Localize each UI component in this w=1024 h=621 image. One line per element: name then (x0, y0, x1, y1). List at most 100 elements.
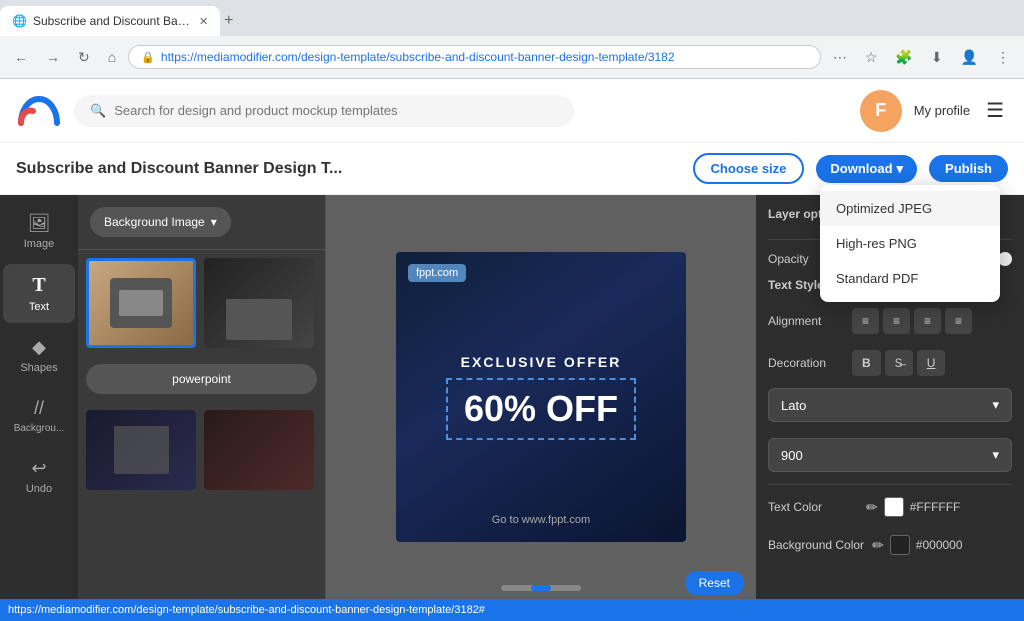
panel-image-selected[interactable] (86, 258, 196, 348)
shapes-icon: ◆ (32, 337, 46, 358)
sidebar-item-image[interactable]: 🖼 Image (3, 203, 75, 260)
forward-button[interactable]: → (40, 45, 66, 69)
search-tag-button[interactable]: powerpoint (86, 364, 317, 394)
underline-button[interactable]: U (917, 350, 946, 376)
choose-size-button[interactable]: Choose size (693, 153, 805, 184)
sidebar-label-undo: Undo (26, 483, 52, 495)
design-canvas: fppt.com EXCLUSIVE OFFER 60% OFF Go to w… (396, 252, 686, 542)
security-icon: 🔒 (141, 51, 155, 64)
chevron-down-icon: ▾ (992, 397, 999, 413)
profile-button[interactable]: 👤 (955, 45, 984, 70)
active-tab[interactable]: 🌐 Subscribe and Discount Banne... ✕ (0, 6, 220, 36)
sidebar-label-image: Image (24, 238, 55, 250)
dropdown-label-pdf: Standard PDF (836, 271, 918, 286)
dropdown-item-png[interactable]: High-res PNG (820, 226, 1000, 261)
strikethrough-button[interactable]: S̶ (885, 350, 913, 376)
sidebar-item-undo[interactable]: ↩ Undo (3, 448, 75, 505)
background-icon: // (34, 398, 44, 419)
publish-button[interactable]: Publish (929, 155, 1008, 182)
panel-images-more (78, 402, 325, 498)
left-sidebar: 🖼 Image T Text ◆ Shapes // Backgrou... ↩… (0, 195, 78, 599)
alignment-section: Alignment ≡ ≡ ≡ ≡ (768, 308, 1012, 334)
new-tab-button[interactable]: + (224, 12, 233, 30)
download-dropdown: Optimized JPEG High-res PNG Standard PDF (820, 185, 1000, 302)
canvas-big-text[interactable]: 60% OFF (446, 378, 636, 440)
menu-button[interactable]: ⋮ (990, 45, 1016, 70)
sidebar-label-text: Text (29, 301, 49, 313)
bg-image-label: Background Image (104, 215, 205, 229)
status-url: https://mediamodifier.com/design-templat… (8, 604, 485, 616)
dropdown-label-png: High-res PNG (836, 236, 917, 251)
dropdown-label-jpeg: Optimized JPEG (836, 201, 932, 216)
scrollbar-track (501, 585, 581, 591)
header-right: F My profile ☰ (860, 90, 1008, 132)
align-center-button[interactable]: ≡ (883, 308, 910, 334)
search-input[interactable] (114, 103, 558, 118)
dropdown-item-jpeg[interactable]: Optimized JPEG (820, 191, 1000, 226)
menu-button[interactable]: ☰ (982, 94, 1008, 127)
canvas-wrapper: fppt.com EXCLUSIVE OFFER 60% OFF Go to w… (396, 252, 686, 542)
font-family-select[interactable]: Lato ▾ (768, 388, 1012, 422)
image-icon: 🖼 (28, 213, 51, 234)
tab-close-btn[interactable]: ✕ (199, 15, 208, 28)
text-color-edit-icon[interactable]: ✏ (866, 499, 878, 516)
extensions-button[interactable]: 🧩 (889, 45, 918, 70)
browser-tabs: 🌐 Subscribe and Discount Banne... ✕ + (0, 0, 1024, 36)
bookmarks-button[interactable]: ☆ (859, 45, 884, 70)
alignment-label: Alignment (768, 314, 848, 328)
dropdown-item-pdf[interactable]: Standard PDF (820, 261, 1000, 296)
sidebar-item-background[interactable]: // Backgrou... (3, 388, 75, 444)
download-button[interactable]: ⬇ (925, 45, 949, 70)
app-layout: 🔍 F My profile ☰ Subscribe and Discount … (0, 79, 1024, 599)
address-bar[interactable]: 🔒 https://mediamodifier.com/design-templ… (128, 45, 821, 69)
text-color-row: Text Color ✏ #FFFFFF (768, 497, 1012, 517)
align-left-button[interactable]: ≡ (852, 308, 879, 334)
sidebar-item-shapes[interactable]: ◆ Shapes (3, 327, 75, 384)
back-button[interactable]: ← (8, 45, 34, 69)
bg-color-row: Background Color ✏ #000000 (768, 535, 1012, 555)
panel-image-3[interactable] (86, 410, 196, 490)
font-weight-select[interactable]: 900 ▾ (768, 438, 1012, 472)
reset-button[interactable]: Reset (685, 571, 744, 595)
bg-color-swatch[interactable] (890, 535, 910, 555)
dropdown-arrow-icon: ▾ (897, 161, 904, 177)
bg-color-group: ✏ #000000 (872, 535, 962, 555)
scrollbar-thumb[interactable] (531, 585, 551, 591)
background-image-button[interactable]: Background Image ▾ (90, 207, 231, 237)
text-color-group: ✏ #FFFFFF (866, 497, 960, 517)
bg-color-hex: #000000 (916, 538, 963, 552)
tab-title: Subscribe and Discount Banne... (33, 14, 193, 28)
bold-button[interactable]: B (852, 350, 881, 376)
canvas-area[interactable]: fppt.com EXCLUSIVE OFFER 60% OFF Go to w… (326, 195, 756, 599)
panel-images (78, 250, 325, 356)
font-weight-label: 900 (781, 448, 803, 463)
dropdown-arrow-icon: ▾ (211, 215, 217, 229)
status-bar: https://mediamodifier.com/design-templat… (0, 599, 1024, 621)
home-button[interactable]: ⌂ (102, 45, 122, 69)
panel-image-2[interactable] (204, 258, 314, 348)
image-panel: Background Image ▾ (78, 195, 326, 599)
my-profile-label[interactable]: My profile (914, 103, 970, 118)
search-icon: 🔍 (90, 103, 106, 119)
download-button[interactable]: Download ▾ (816, 155, 917, 183)
panel-image-4[interactable] (204, 410, 314, 490)
align-right-button[interactable]: ≡ (914, 308, 941, 334)
logo[interactable] (16, 93, 62, 129)
chevron-down-icon: ▾ (992, 447, 999, 463)
refresh-button[interactable]: ↻ (72, 45, 96, 70)
app-header: 🔍 F My profile ☰ (0, 79, 1024, 143)
sidebar-label-background: Backgrou... (14, 423, 65, 434)
undo-icon: ↩ (31, 458, 46, 479)
text-color-swatch[interactable] (884, 497, 904, 517)
bg-color-edit-icon[interactable]: ✏ (872, 537, 884, 554)
more-options-button[interactable]: ⋯ (827, 45, 853, 70)
browser-toolbar: ← → ↻ ⌂ 🔒 https://mediamodifier.com/desi… (0, 36, 1024, 78)
download-label: Download (830, 161, 892, 176)
opacity-slider-thumb[interactable] (998, 252, 1012, 266)
page-title: Subscribe and Discount Banner Design T..… (16, 160, 681, 178)
align-justify-button[interactable]: ≡ (945, 308, 972, 334)
search-bar[interactable]: 🔍 (74, 95, 574, 127)
sidebar-item-text[interactable]: T Text (3, 264, 75, 323)
avatar[interactable]: F (860, 90, 902, 132)
canvas-main-text: EXCLUSIVE OFFER (461, 354, 622, 370)
